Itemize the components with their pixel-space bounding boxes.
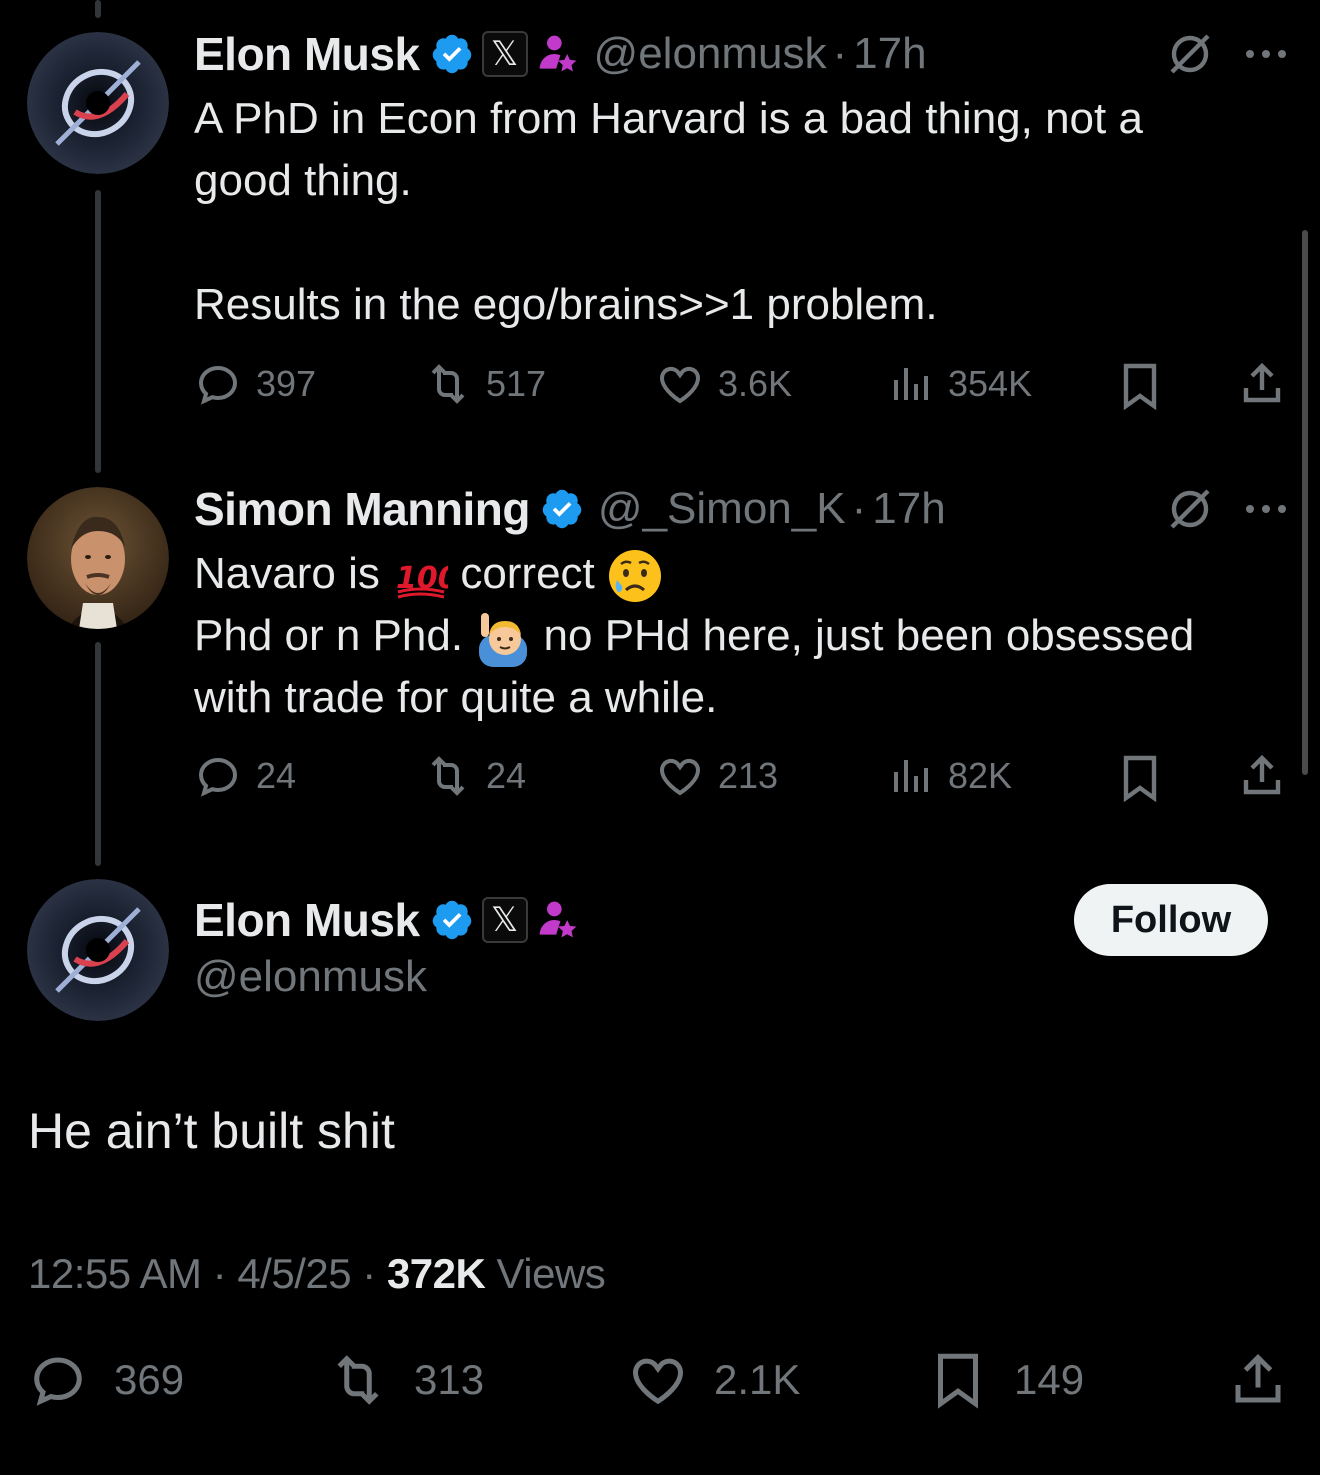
reply-icon xyxy=(34,1357,82,1406)
author-handle[interactable]: @elonmusk xyxy=(194,952,427,1002)
scrollbar[interactable] xyxy=(1302,230,1308,775)
like-count: 213 xyxy=(718,755,779,796)
verified-badge-icon[interactable] xyxy=(430,898,474,942)
repost-count: 517 xyxy=(486,363,547,404)
like-button[interactable]: 3.6K xyxy=(656,360,792,408)
x-affiliation-icon[interactable]: 𝕏 xyxy=(481,897,528,943)
x-affiliation-icon[interactable]: 𝕏 xyxy=(481,31,528,77)
separator: · xyxy=(212,1250,227,1297)
tweet1-text: A PhD in Econ from Harvard is a bad thin… xyxy=(194,88,1284,336)
views-count: 354K xyxy=(948,363,1033,404)
repost-button[interactable]: 517 xyxy=(424,360,546,408)
reply-icon xyxy=(198,757,238,797)
thread-line-2 xyxy=(95,642,101,866)
reply-count: 24 xyxy=(256,755,297,796)
tweet-text-line: Results in the ego/brains>>1 problem. xyxy=(194,280,938,329)
subscriber-badge-icon[interactable] xyxy=(536,898,580,942)
tweet2-text: Navaro is 100 correct Phd or n Phd. xyxy=(194,543,1284,729)
author-handle[interactable]: @_Simon_K xyxy=(598,484,846,534)
author-name[interactable]: Elon Musk xyxy=(194,893,420,947)
share-icon[interactable] xyxy=(1228,1350,1288,1410)
tweet-date[interactable]: 4/5/25 xyxy=(237,1250,351,1297)
tweet2-header: Simon Manning @_Simon_K · 17h xyxy=(194,479,946,539)
avatar[interactable] xyxy=(27,879,169,1021)
views-button[interactable]: 82K xyxy=(886,752,1012,800)
views-count: 82K xyxy=(948,755,1013,796)
bookmark-icon[interactable] xyxy=(1116,752,1164,804)
views-label: Views xyxy=(496,1250,606,1297)
author-name[interactable]: Elon Musk xyxy=(194,27,420,81)
reply-icon xyxy=(198,365,238,405)
tweet-text-line: Phd or n Phd. no PHd here, just been obs… xyxy=(194,605,1284,668)
repost-icon xyxy=(431,364,465,404)
more-options-icon[interactable] xyxy=(1244,47,1288,61)
author-name[interactable]: Simon Manning xyxy=(194,482,530,536)
reply-count: 397 xyxy=(256,363,317,404)
tweet-time[interactable]: 12:55 AM xyxy=(28,1250,202,1297)
like-count: 2.1K xyxy=(714,1356,801,1403)
subscriber-badge-icon[interactable] xyxy=(536,32,580,76)
like-button[interactable]: 2.1K xyxy=(628,1350,800,1410)
bookmark-button[interactable]: 149 xyxy=(928,1350,1084,1410)
timestamp[interactable]: 17h xyxy=(872,484,945,534)
share-icon[interactable] xyxy=(1238,360,1286,408)
author-handle[interactable]: @elonmusk xyxy=(594,29,827,79)
more-options-icon[interactable] xyxy=(1244,502,1288,516)
tweet-meta: 12:55 AM · 4/5/25 · 372K Views xyxy=(28,1250,606,1298)
sad-relieved-face-icon xyxy=(609,550,662,603)
heart-icon xyxy=(659,366,701,404)
views-total[interactable]: 372K xyxy=(387,1250,486,1297)
thread-line-top xyxy=(95,0,101,18)
hundred-points-icon: 100 xyxy=(396,561,448,599)
reply-button[interactable]: 24 xyxy=(194,752,296,800)
repost-icon xyxy=(431,756,465,796)
grok-icon[interactable] xyxy=(1166,30,1214,78)
separator: · xyxy=(362,1250,376,1297)
grok-icon[interactable] xyxy=(1166,485,1214,533)
raising-hand-icon xyxy=(479,613,528,668)
views-icon xyxy=(894,368,928,400)
main-tweet-text: He ain’t built shit xyxy=(28,1103,395,1159)
repost-count: 313 xyxy=(414,1356,485,1403)
views-icon xyxy=(894,760,928,792)
reply-button[interactable]: 397 xyxy=(194,360,316,408)
bookmark-icon xyxy=(938,1353,978,1409)
heart-icon xyxy=(632,1358,684,1405)
separator: · xyxy=(851,484,867,533)
text-segment: correct xyxy=(460,549,608,598)
like-count: 3.6K xyxy=(718,363,793,404)
avatar[interactable] xyxy=(27,487,169,629)
text-segment: Phd or n Phd. xyxy=(194,611,476,660)
bookmark-icon[interactable] xyxy=(1116,360,1164,412)
tweet1-header: Elon Musk 𝕏 @elonmusk · 17h xyxy=(194,24,927,84)
repost-button[interactable]: 24 xyxy=(424,752,526,800)
share-icon[interactable] xyxy=(1238,752,1286,800)
verified-badge-icon[interactable] xyxy=(430,32,474,76)
tweet-text-line: Navaro is 100 correct xyxy=(194,543,1284,605)
tweet-text-line: with trade for quite a while. xyxy=(194,673,718,723)
separator: · xyxy=(832,29,848,78)
timestamp[interactable]: 17h xyxy=(853,29,926,79)
avatar[interactable] xyxy=(27,32,169,174)
tweet-text-line: A PhD in Econ from Harvard is a bad thin… xyxy=(194,94,1143,143)
text-segment: no PHd here, just been obsessed xyxy=(543,611,1195,660)
thread-line-1 xyxy=(95,190,101,473)
heart-icon xyxy=(659,758,701,796)
repost-button[interactable]: 313 xyxy=(328,1350,484,1410)
like-button[interactable]: 213 xyxy=(656,752,778,800)
main-tweet-header: Elon Musk 𝕏 xyxy=(194,890,580,950)
views-button[interactable]: 354K xyxy=(886,360,1032,408)
text-segment: Navaro is xyxy=(194,549,393,598)
repost-count: 24 xyxy=(486,755,527,796)
bookmark-count: 149 xyxy=(1014,1356,1085,1403)
tweet-text-line: good thing. xyxy=(194,156,412,205)
verified-badge-icon[interactable] xyxy=(540,487,584,531)
repost-icon xyxy=(337,1355,379,1405)
reply-count: 369 xyxy=(114,1356,185,1403)
follow-button[interactable]: Follow xyxy=(1074,884,1268,956)
reply-button[interactable]: 369 xyxy=(28,1350,184,1410)
